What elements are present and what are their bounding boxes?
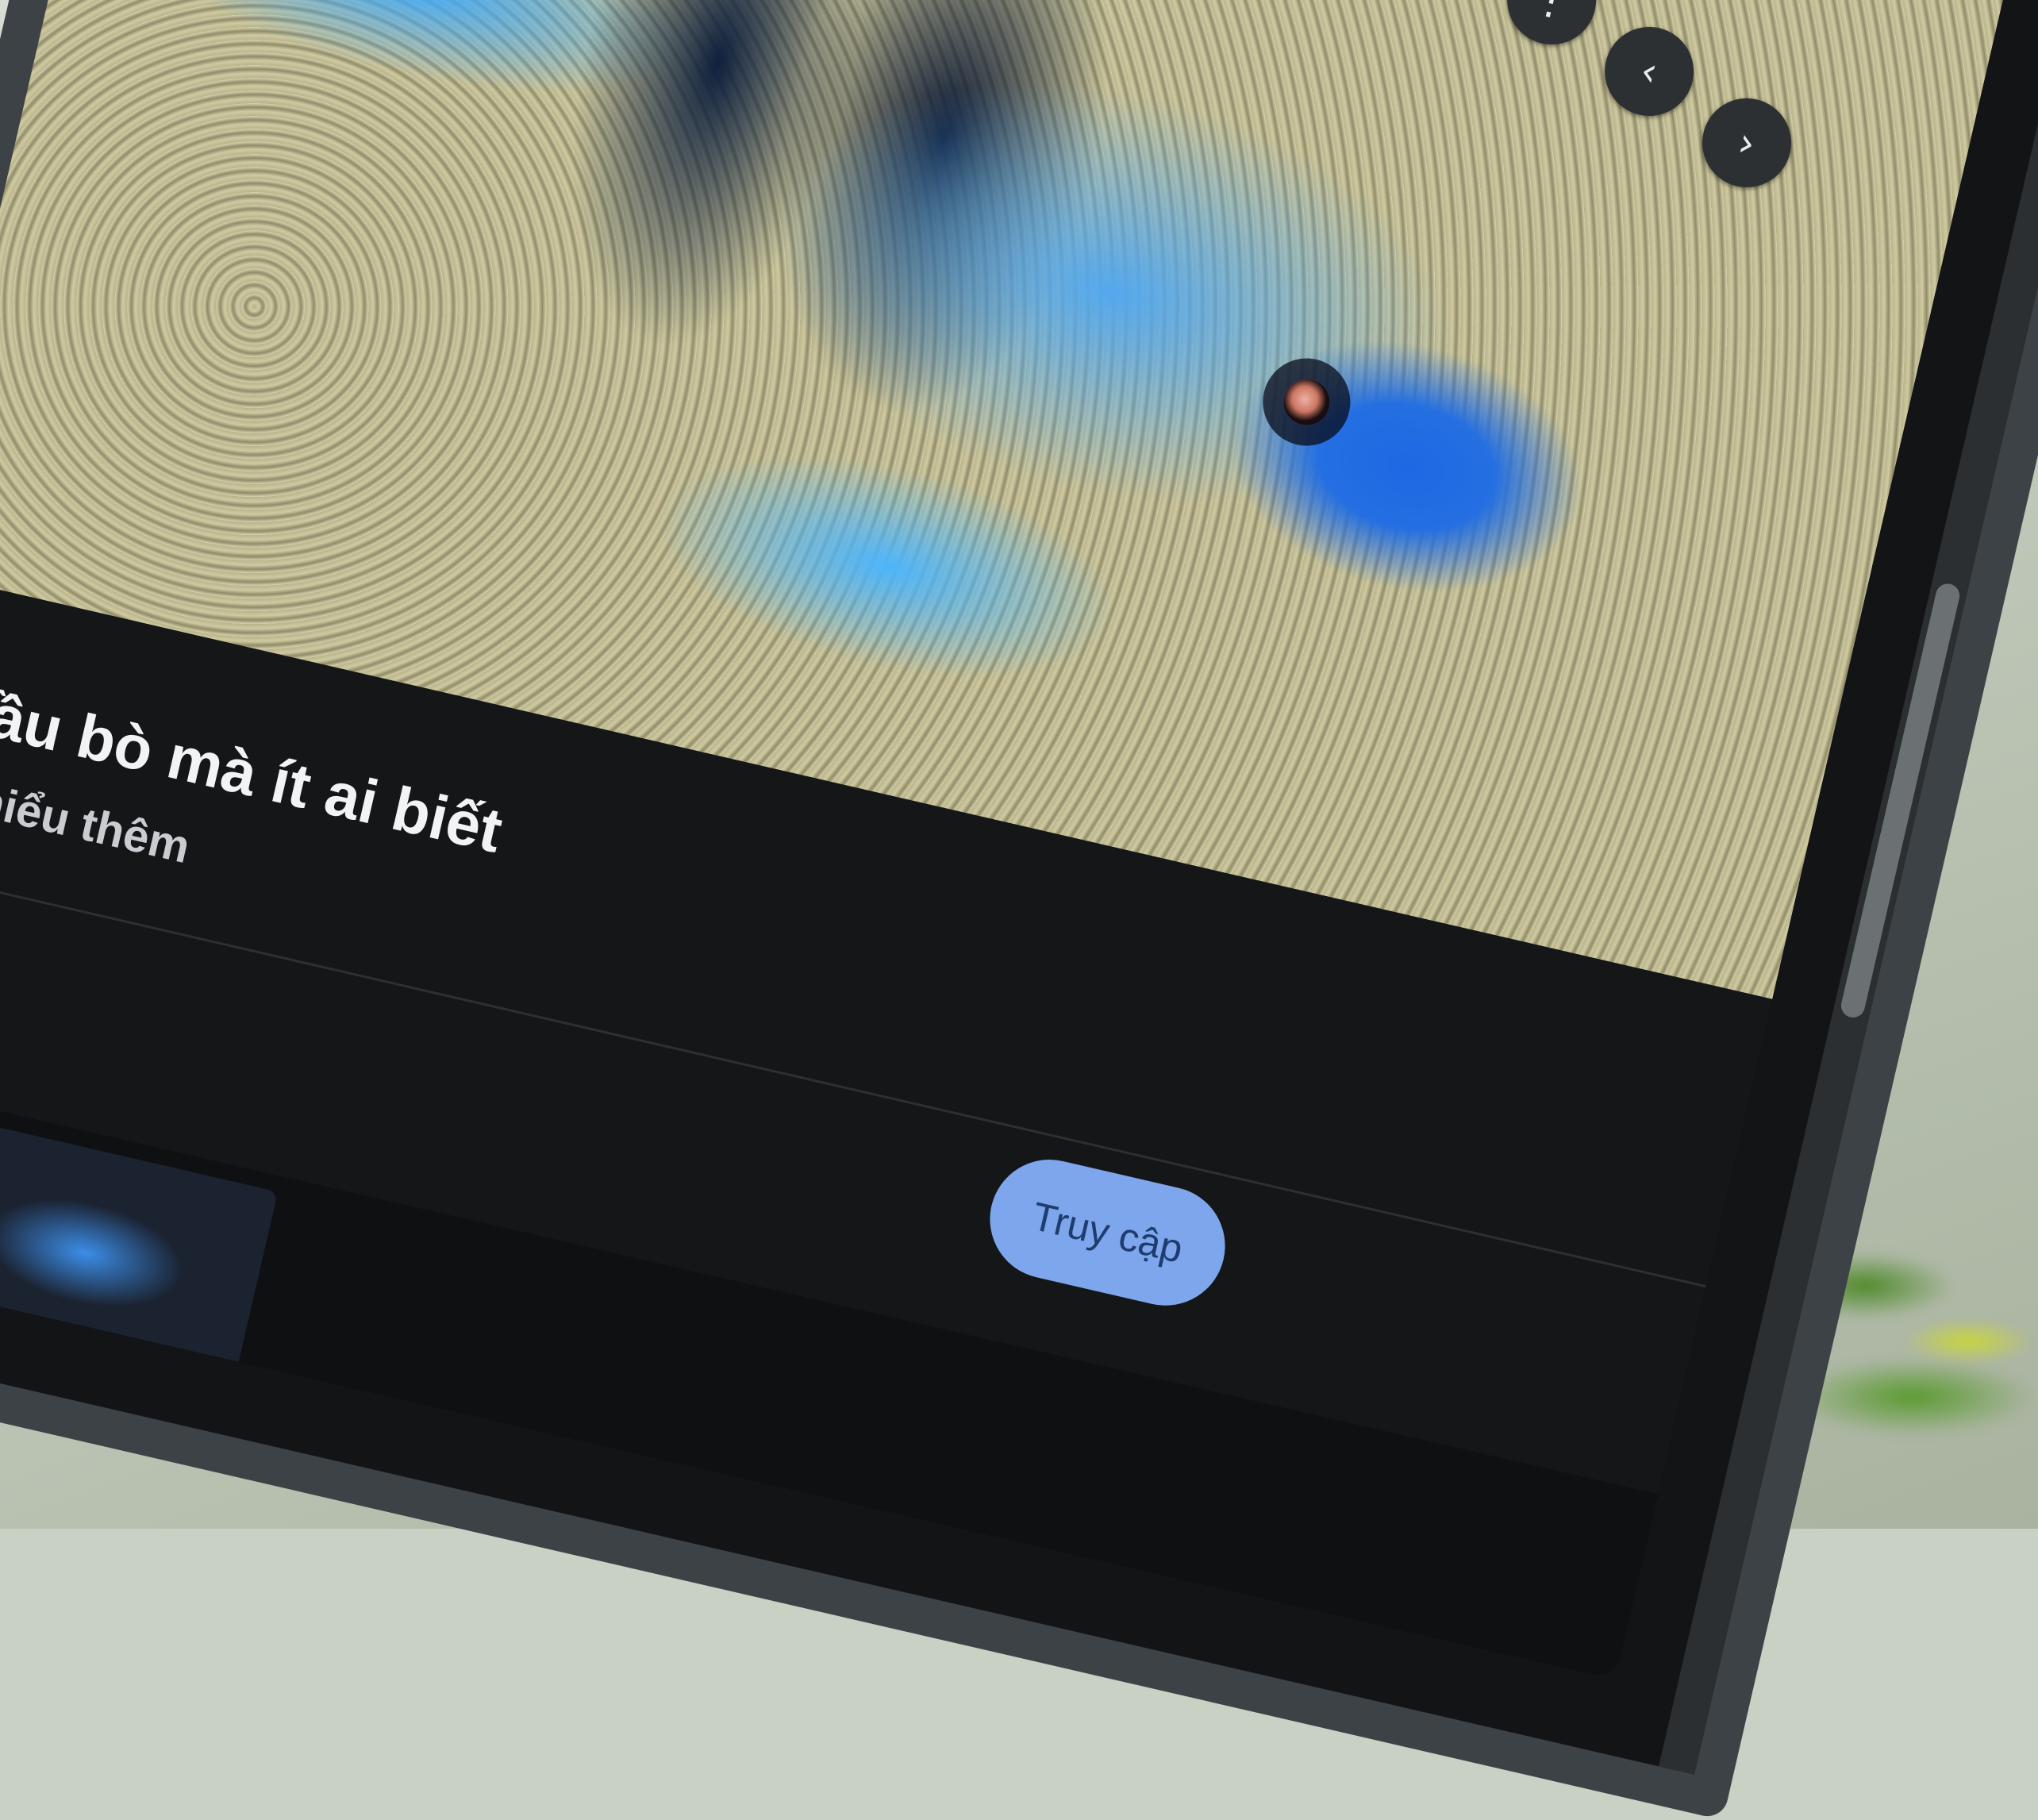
monitor: ⛶ ⋮ ‹ › á đầu bò mà ít ai biết Tìm hiểu … <box>0 0 2038 1820</box>
related-images-row <box>0 1055 1659 1680</box>
visit-button[interactable]: Truy cập <box>978 1148 1237 1318</box>
chevron-right-icon[interactable]: › <box>1693 89 1801 197</box>
fish-eye <box>1279 374 1335 430</box>
related-image-thumbnail[interactable] <box>0 1077 279 1370</box>
chevron-left-icon[interactable]: ‹ <box>1595 17 1703 125</box>
image-preview-card: ⛶ ⋮ ‹ › á đầu bò mà ít ai biết Tìm hiểu … <box>0 0 2009 1680</box>
more-vert-icon[interactable]: ⋮ <box>1498 0 1605 54</box>
grid-dots-icon: ⠿ <box>1998 0 2038 11</box>
